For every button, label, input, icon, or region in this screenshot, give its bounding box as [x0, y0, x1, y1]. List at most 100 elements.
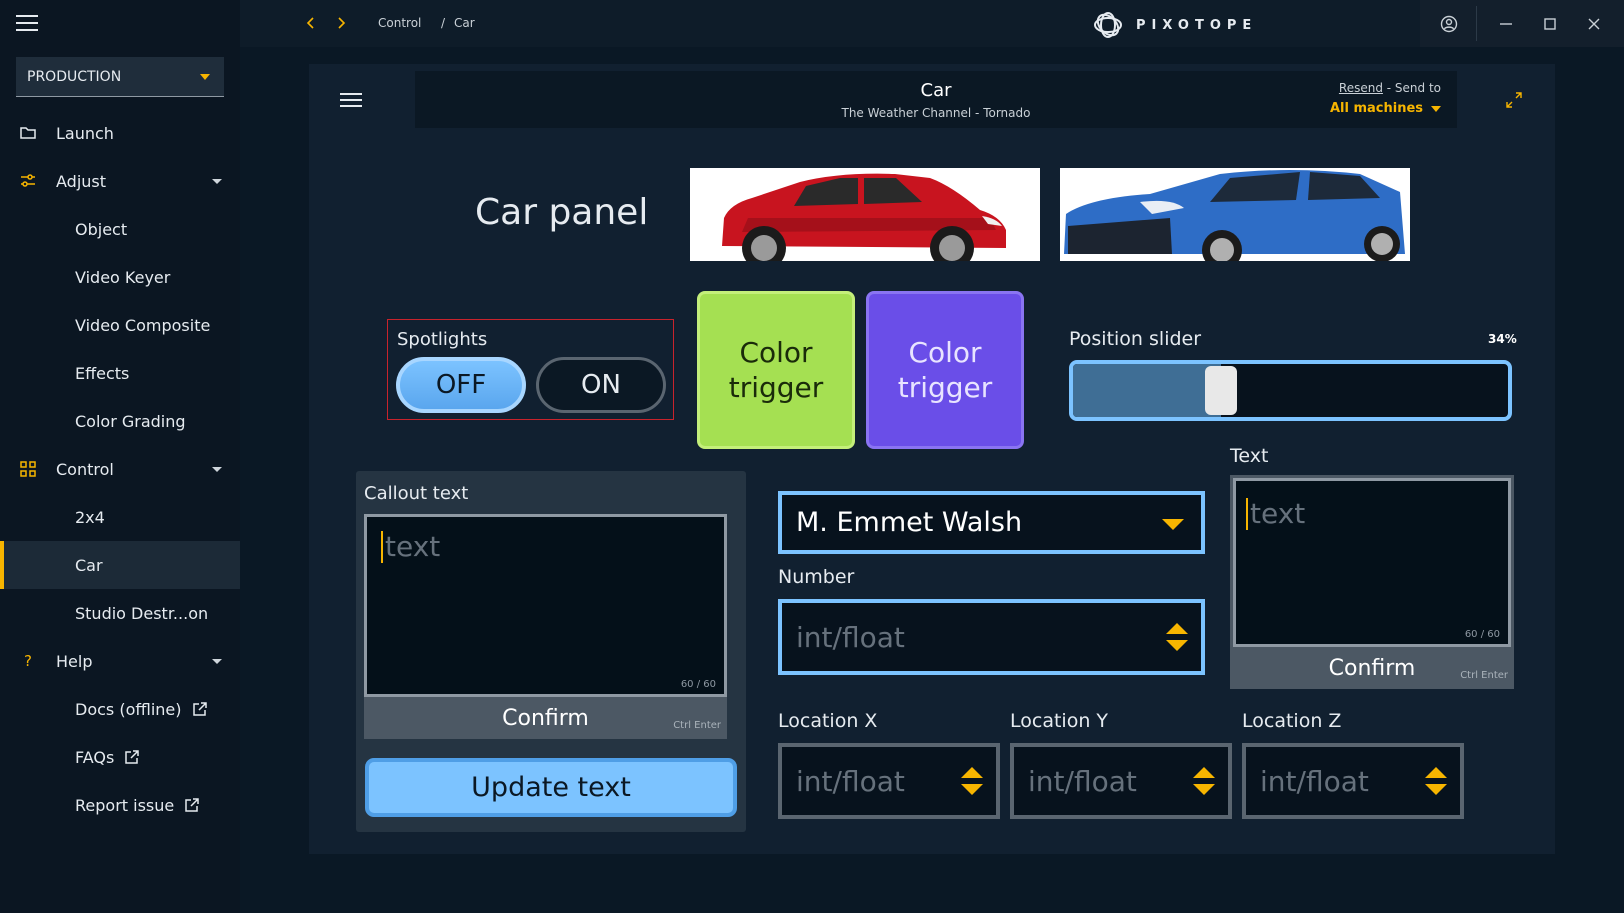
label-line: trigger	[728, 371, 824, 404]
sidebar-item-faqs[interactable]: FAQs	[0, 733, 240, 781]
stepper-icon[interactable]	[1423, 765, 1449, 797]
sidebar-item-docs[interactable]: Docs (offline)	[0, 685, 240, 733]
sidebar-item-help[interactable]: ? Help	[0, 637, 240, 685]
environment-dropdown[interactable]: PRODUCTION	[16, 57, 224, 97]
location-y-placeholder: int/float	[1028, 764, 1137, 798]
sidebar-item-video-keyer[interactable]: Video Keyer	[0, 253, 240, 301]
panel-title: Car	[920, 80, 952, 101]
location-z-input[interactable]: int/float	[1242, 743, 1464, 819]
callout-text-group: Callout text text 60 / 60 Confirm Ctrl E…	[356, 471, 746, 832]
machines-dropdown[interactable]: All machines	[1330, 101, 1441, 116]
location-x-placeholder: int/float	[796, 764, 905, 798]
color-trigger-purple-button[interactable]: Color trigger	[866, 291, 1024, 449]
blue-car-image	[1060, 168, 1410, 261]
sidebar-item-video-composite[interactable]: Video Composite	[0, 301, 240, 349]
stepper-icon[interactable]	[959, 765, 985, 797]
location-x-input[interactable]: int/float	[778, 743, 1000, 819]
sidebar-item-label: Car	[75, 555, 103, 575]
control-panel: Car The Weather Channel - Tornado Resend…	[309, 64, 1555, 854]
update-text-button[interactable]: Update text	[365, 758, 737, 817]
spotlights-group: Spotlights OFF ON	[387, 319, 674, 420]
shortcut-hint: Ctrl Enter	[1460, 670, 1508, 681]
location-y-input[interactable]: int/float	[1010, 743, 1232, 819]
external-link-icon	[124, 749, 140, 765]
sidebar-item-label: Help	[56, 651, 93, 671]
car-panel-title: Car panel	[475, 192, 649, 233]
sidebar-item-launch[interactable]: Launch	[0, 109, 240, 157]
resend-link[interactable]: Resend	[1339, 81, 1383, 95]
location-z-placeholder: int/float	[1260, 764, 1369, 798]
text-label: Text	[1230, 445, 1269, 467]
sidebar-item-label: Studio Destr...on	[75, 603, 209, 623]
breadcrumb-separator: /	[441, 16, 446, 30]
chevron-down-icon	[1162, 519, 1184, 530]
sidebar-item-label: Docs (offline)	[75, 699, 182, 719]
external-link-icon	[192, 701, 208, 717]
stepper-icon[interactable]	[1164, 621, 1190, 653]
name-select[interactable]: M. Emmet Walsh	[778, 491, 1205, 554]
select-value: M. Emmet Walsh	[796, 507, 1023, 538]
callout-text-label: Callout text	[364, 483, 469, 504]
sidebar-item-report-issue[interactable]: Report issue	[0, 781, 240, 829]
maximize-icon[interactable]	[1541, 15, 1559, 33]
sidebar-item-label: 2x4	[75, 507, 105, 527]
sidebar-item-control[interactable]: Control	[0, 445, 240, 493]
sidebar-item-label: Object	[75, 219, 128, 239]
sidebar-item-studio-destruction[interactable]: Studio Destr...on	[0, 589, 240, 637]
sidebar-item-label: Launch	[56, 123, 114, 143]
environment-label: PRODUCTION	[27, 68, 122, 85]
slider-fill	[1073, 364, 1221, 417]
spotlights-off-button[interactable]: OFF	[396, 357, 526, 413]
number-label: Number	[778, 566, 855, 588]
chevron-down-icon	[212, 659, 222, 664]
spotlights-on-button[interactable]: ON	[536, 357, 666, 413]
callout-placeholder: text	[381, 531, 440, 563]
close-icon[interactable]	[1585, 15, 1603, 33]
user-icon[interactable]	[1440, 15, 1458, 33]
callout-text-input[interactable]: text 60 / 60	[364, 514, 727, 697]
number-input[interactable]: int/float	[778, 599, 1205, 675]
color-trigger-green-button[interactable]: Color trigger	[697, 291, 855, 449]
back-icon[interactable]	[305, 16, 317, 30]
forward-icon[interactable]	[335, 16, 347, 30]
menu-icon[interactable]	[16, 13, 38, 33]
position-slider-label: Position slider	[1069, 328, 1202, 350]
position-slider[interactable]	[1069, 360, 1512, 421]
chevron-down-icon	[200, 74, 210, 80]
minimize-icon[interactable]	[1497, 15, 1515, 33]
sidebar-item-effects[interactable]: Effects	[0, 349, 240, 397]
sidebar-item-car[interactable]: Car	[0, 541, 240, 589]
sidebar-item-label: Report issue	[75, 795, 175, 815]
sidebar-item-2x4[interactable]: 2x4	[0, 493, 240, 541]
label-line: Color	[739, 336, 813, 369]
number-placeholder: int/float	[796, 620, 905, 654]
grid-icon	[19, 460, 37, 478]
button-label: Color trigger	[729, 335, 824, 405]
breadcrumb-control[interactable]: Control	[378, 16, 421, 30]
sidebar: PRODUCTION Launch Adjust Object Video Ke…	[0, 0, 240, 913]
stepper-icon[interactable]	[1191, 765, 1217, 797]
confirm-label: Confirm	[1328, 655, 1416, 681]
red-car-image	[690, 168, 1040, 261]
sidebar-item-label: Video Keyer	[75, 267, 171, 287]
sidebar-item-label: Control	[56, 459, 114, 479]
text-confirm-button[interactable]: Confirm Ctrl Enter	[1230, 647, 1514, 689]
slider-thumb[interactable]	[1205, 366, 1237, 415]
sidebar-item-adjust[interactable]: Adjust	[0, 157, 240, 205]
spotlights-label: Spotlights	[397, 329, 488, 350]
sidebar-item-label: Video Composite	[75, 315, 211, 335]
expand-icon[interactable]	[1505, 91, 1523, 109]
position-slider-value: 34%	[1488, 332, 1517, 346]
panel-header: Car The Weather Channel - Tornado Resend…	[415, 71, 1457, 128]
chevron-down-icon	[212, 467, 222, 472]
panel-menu-icon[interactable]	[340, 91, 362, 109]
sidebar-item-color-grading[interactable]: Color Grading	[0, 397, 240, 445]
window-controls	[1420, 0, 1624, 47]
callout-confirm-button[interactable]: Confirm Ctrl Enter	[364, 697, 727, 739]
shortcut-hint: Ctrl Enter	[673, 720, 721, 731]
text-input[interactable]: text 60 / 60	[1233, 478, 1511, 647]
sliders-icon	[19, 172, 37, 190]
sidebar-item-label: FAQs	[75, 747, 115, 767]
button-label: Color trigger	[898, 335, 993, 405]
sidebar-item-object[interactable]: Object	[0, 205, 240, 253]
